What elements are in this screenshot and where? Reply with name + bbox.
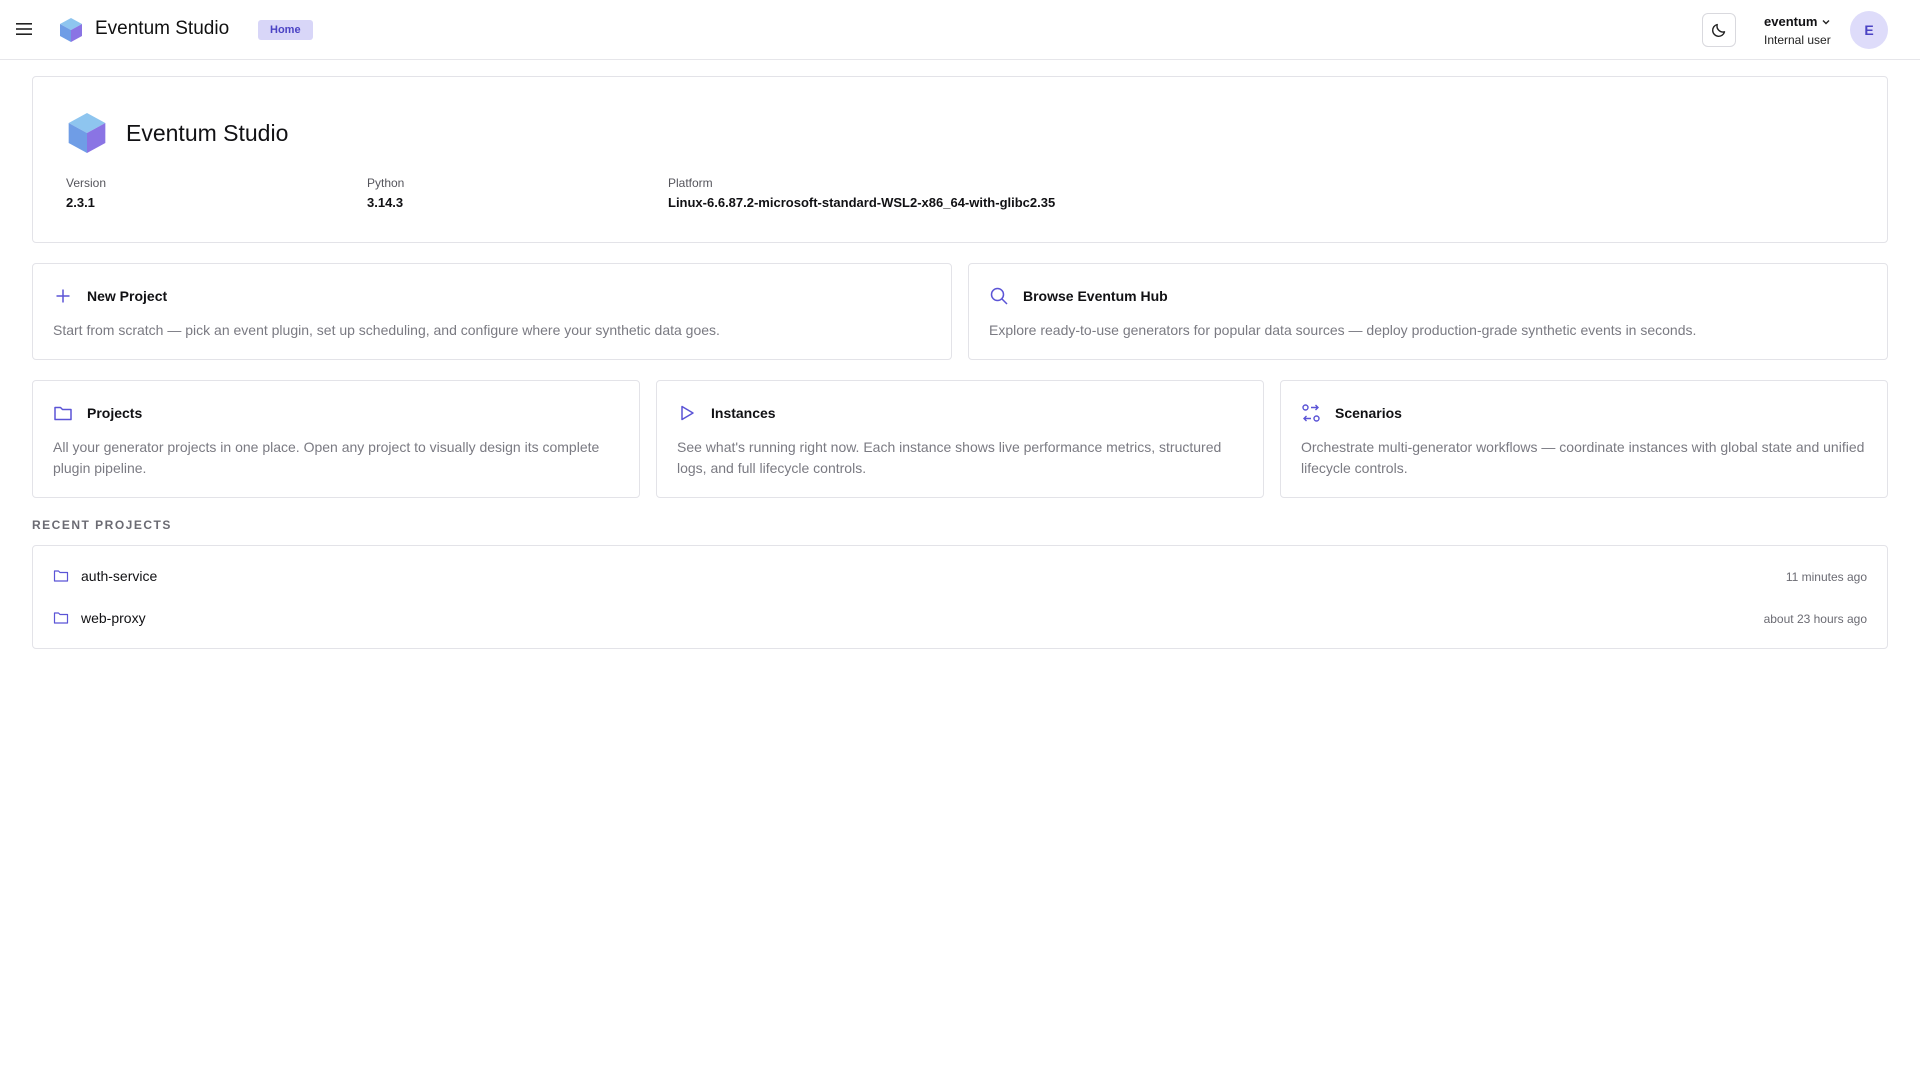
user-name: eventum bbox=[1764, 14, 1818, 29]
recent-project-name: auth-service bbox=[81, 568, 158, 584]
menu-button[interactable] bbox=[12, 16, 36, 42]
platform-meta: Platform Linux-6.6.87.2-microsoft-standa… bbox=[668, 175, 1055, 211]
instances-title: Instances bbox=[711, 405, 776, 421]
folder-icon bbox=[53, 403, 73, 423]
breadcrumb-home[interactable]: Home bbox=[258, 20, 313, 40]
about-title: Eventum Studio bbox=[126, 120, 289, 146]
workflow-icon bbox=[1301, 403, 1321, 423]
recent-project-time: 11 minutes ago bbox=[1785, 570, 1867, 584]
version-label: Version bbox=[66, 176, 107, 190]
list-item[interactable]: web-proxy about 23 hours ago bbox=[33, 598, 1887, 638]
projects-description: All your generator projects in one place… bbox=[53, 439, 600, 476]
instances-head: Instances bbox=[677, 403, 776, 423]
moon-icon bbox=[1711, 23, 1726, 38]
projects-head: Projects bbox=[53, 403, 142, 423]
scenarios-title: Scenarios bbox=[1335, 405, 1402, 421]
browse-hub-card[interactable]: Browse Eventum Hub Explore ready-to-use … bbox=[968, 263, 1888, 360]
browse-hub-description: Explore ready-to-use generators for popu… bbox=[989, 322, 1697, 338]
recent-projects-label: RECENT PROJECTS bbox=[32, 518, 172, 532]
user-menu[interactable]: eventum Internal user bbox=[1764, 14, 1831, 48]
search-icon bbox=[989, 286, 1009, 306]
recent-project-name: web-proxy bbox=[81, 610, 146, 626]
user-role: Internal user bbox=[1764, 33, 1831, 47]
instances-card[interactable]: Instances See what's running right now. … bbox=[656, 380, 1264, 498]
new-project-description: Start from scratch — pick an event plugi… bbox=[53, 322, 720, 338]
theme-toggle-button[interactable] bbox=[1702, 13, 1736, 47]
new-project-title: New Project bbox=[87, 288, 168, 304]
app-title[interactable]: Eventum Studio bbox=[95, 17, 229, 41]
platform-label: Platform bbox=[668, 176, 713, 190]
recent-project-time: about 23 hours ago bbox=[1763, 612, 1867, 626]
play-icon bbox=[677, 403, 697, 423]
scenarios-description: Orchestrate multi-generator workflows — … bbox=[1301, 439, 1865, 476]
hamburger-menu-icon bbox=[16, 23, 32, 35]
projects-card[interactable]: Projects All your generator projects in … bbox=[32, 380, 640, 498]
chevron-down-icon bbox=[1822, 20, 1830, 25]
new-project-card[interactable]: New Project Start from scratch — pick an… bbox=[32, 263, 952, 360]
instances-description: See what's running right now. Each insta… bbox=[677, 439, 1222, 476]
version-meta: Version 2.3.1 bbox=[66, 175, 106, 211]
browse-hub-head: Browse Eventum Hub bbox=[989, 286, 1168, 306]
recent-projects-list: auth-service 11 minutes ago web-proxy ab… bbox=[32, 545, 1888, 649]
top-bar: Eventum Studio Home eventum Internal use… bbox=[0, 0, 1920, 60]
cube-logo-icon[interactable] bbox=[59, 17, 83, 43]
plus-icon bbox=[53, 286, 73, 306]
cube-logo-icon bbox=[68, 113, 106, 153]
folder-icon bbox=[53, 612, 69, 624]
version-value: 2.3.1 bbox=[66, 195, 95, 210]
python-value: 3.14.3 bbox=[367, 195, 404, 210]
new-project-head: New Project bbox=[53, 286, 167, 306]
platform-value: Linux-6.6.87.2-microsoft-standard-WSL2-x… bbox=[668, 195, 1056, 210]
python-label: Python bbox=[367, 176, 405, 190]
scenarios-card[interactable]: Scenarios Orchestrate multi-generator wo… bbox=[1280, 380, 1888, 498]
about-card: Eventum Studio Version 2.3.1 Python 3.14… bbox=[32, 76, 1888, 243]
scenarios-head: Scenarios bbox=[1301, 403, 1402, 423]
folder-icon bbox=[53, 570, 69, 582]
browse-hub-title: Browse Eventum Hub bbox=[1023, 288, 1168, 304]
avatar[interactable]: E bbox=[1850, 11, 1888, 49]
list-item[interactable]: auth-service 11 minutes ago bbox=[33, 556, 1887, 596]
user-name-row: eventum bbox=[1764, 14, 1831, 30]
python-meta: Python 3.14.3 bbox=[367, 175, 404, 211]
projects-title: Projects bbox=[87, 405, 143, 421]
